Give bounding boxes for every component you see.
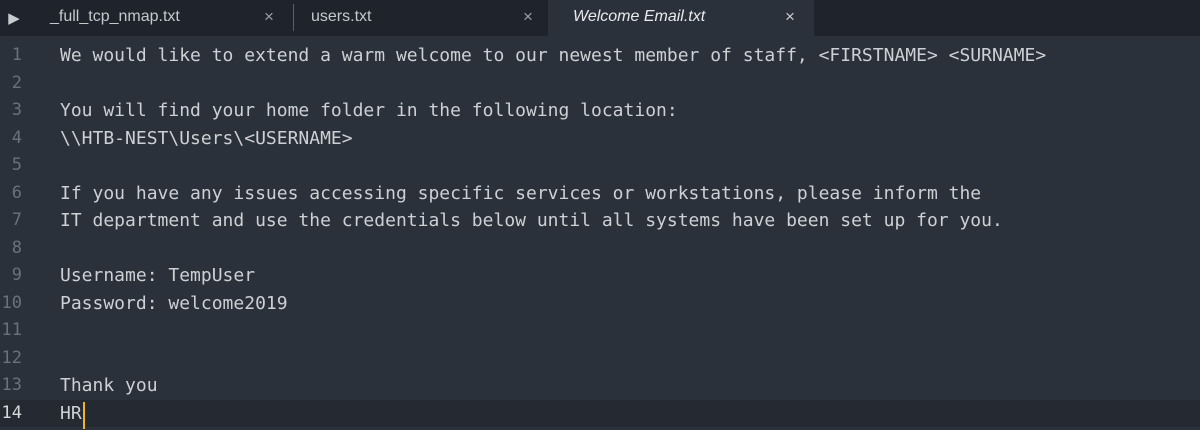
code-line: \\HTB-NEST\Users\<USERNAME>	[60, 127, 353, 149]
tab-bar: ▶ _full_tcp_nmap.txt × users.txt × Welco…	[0, 0, 1200, 36]
line-number: 6	[11, 182, 22, 203]
code-line: Username: TempUser	[60, 265, 256, 286]
tab-users[interactable]: users.txt ×	[294, 0, 548, 36]
code-line: Password: welcome2019	[60, 292, 288, 314]
line-number: 10	[1, 292, 22, 313]
line-number: 9	[11, 265, 22, 285]
code-line: We would like to extend a warm welcome t…	[60, 45, 1047, 66]
line-number: 7	[11, 210, 22, 230]
line-number: 1	[11, 45, 22, 65]
sidebar-toggle-icon[interactable]: ▶	[0, 0, 28, 36]
tab-welcome-email[interactable]: Welcome Email.txt ×	[548, 0, 814, 36]
line-number: 5	[11, 155, 22, 175]
code-line: HR	[60, 402, 82, 424]
text-editor[interactable]: 1 2 3 4 5 6 7 8 9 10 11 12 13 14 We would like to ext…	[0, 36, 1200, 430]
line-number: 2	[11, 72, 22, 93]
line-number: 14	[1, 402, 22, 423]
line-number: 11	[1, 320, 22, 340]
code-line: Thank you	[60, 375, 158, 396]
code-line: If you have any issues accessing specifi…	[60, 182, 982, 204]
line-number: 12	[1, 347, 22, 368]
line-number: 4	[11, 127, 22, 148]
line-number: 8	[11, 237, 22, 258]
line-number-gutter: 1 2 3 4 5 6 7 8 9 10 11 12 13 14	[0, 36, 52, 430]
tab-label: Welcome Email.txt	[573, 8, 706, 25]
line-number: 3	[11, 100, 22, 120]
current-line-highlight	[0, 399, 1200, 427]
close-icon[interactable]: ×	[523, 7, 533, 27]
tab-label: _full_tcp_nmap.txt	[50, 8, 180, 25]
text-caret	[82, 401, 85, 429]
editor-window: ▶ _full_tcp_nmap.txt × users.txt × Welco…	[0, 0, 1200, 430]
line-number: 13	[1, 375, 22, 395]
close-icon[interactable]: ×	[264, 7, 274, 27]
code-line: You will find your home folder in the fo…	[60, 100, 678, 121]
code-line: IT department and use the credentials be…	[60, 210, 1003, 231]
close-icon[interactable]: ×	[785, 7, 795, 27]
tab-label: users.txt	[311, 8, 372, 25]
tab-full-tcp-nmap[interactable]: _full_tcp_nmap.txt ×	[28, 0, 293, 36]
